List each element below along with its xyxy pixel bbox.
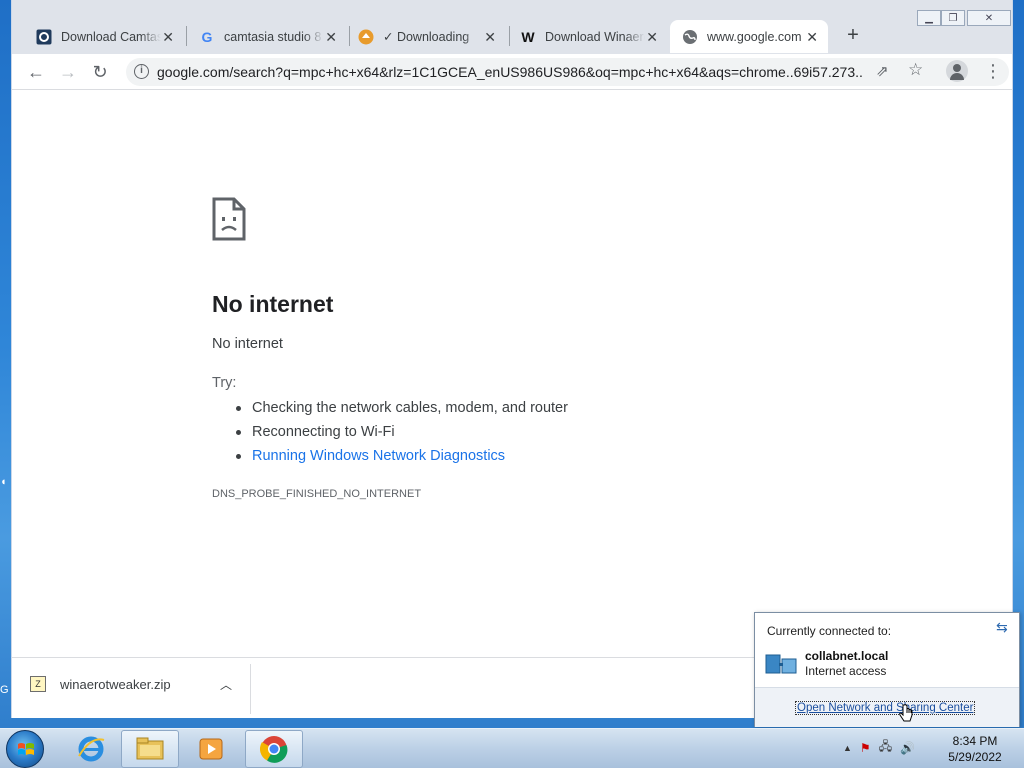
- volume-icon[interactable]: 🔊: [900, 741, 915, 755]
- show-hidden-icons-icon[interactable]: ▲: [843, 743, 852, 753]
- network-flyout: Currently connected to: ⇆ collabnet.loca…: [754, 612, 1020, 727]
- download-site-icon: [358, 29, 374, 45]
- new-tab-icon[interactable]: +: [841, 24, 865, 47]
- site-info-icon[interactable]: i: [134, 64, 149, 79]
- camtasia-icon: [36, 29, 52, 45]
- tab-camtasia[interactable]: Download Camtasia ✕: [24, 20, 184, 53]
- suggestion-item: Checking the network cables, modem, and …: [236, 399, 568, 423]
- tab-title: camtasia studio 8: [224, 29, 322, 44]
- zip-file-icon: Z: [30, 676, 46, 692]
- address-bar[interactable]: i google.com/search?q=mpc+hc+x64&rlz=1C1…: [126, 58, 1009, 86]
- network-diagnostics-link[interactable]: Running Windows Network Diagnostics: [236, 447, 568, 471]
- globe-icon: [682, 29, 698, 45]
- refresh-icon[interactable]: ⇆: [996, 619, 1008, 636]
- media-player-icon[interactable]: [182, 730, 240, 768]
- sad-page-icon: [212, 197, 246, 241]
- network-computer-icon: [765, 654, 797, 674]
- clock-time: 8:34 PM: [952, 734, 998, 748]
- network-status: Internet access: [805, 664, 887, 678]
- back-icon[interactable]: ←: [25, 61, 47, 83]
- tab-close-icon[interactable]: ✕: [484, 29, 496, 46]
- network-tray-icon[interactable]: 🖧: [879, 737, 892, 758]
- browser-window: Download Camtasia ✕ G camtasia studio 8 …: [11, 0, 1013, 718]
- connected-header: Currently connected to:: [767, 624, 892, 638]
- internet-explorer-icon[interactable]: [62, 730, 120, 768]
- system-tray: ▲ ⚑ 🖧 🔊: [843, 737, 915, 758]
- tab-close-icon[interactable]: ✕: [325, 29, 337, 46]
- download-item[interactable]: Z winaerotweaker.zip: [30, 676, 171, 692]
- suggestion-item: Reconnecting to Wi-Fi: [236, 423, 568, 447]
- clock[interactable]: 8:34 PM 5/29/2022: [940, 733, 1010, 765]
- share-icon[interactable]: ⇗: [876, 62, 889, 80]
- start-button[interactable]: [6, 730, 44, 768]
- flyout-footer: Open Network and Sharing Center: [755, 687, 1019, 727]
- action-center-icon[interactable]: ⚑: [860, 741, 871, 755]
- window-controls: ▁ ❐ ✕: [917, 10, 1011, 26]
- tab-google-search[interactable]: G camtasia studio 8 ✕: [187, 20, 347, 53]
- maximize-icon[interactable]: ❐: [941, 10, 965, 26]
- tab-winaero[interactable]: W Download Winaero ✕: [508, 20, 668, 53]
- try-label: Try:: [212, 375, 237, 391]
- winaero-icon: W: [521, 28, 535, 45]
- clock-date: 5/29/2022: [948, 750, 1002, 764]
- browser-toolbar: ← → ↻ i google.com/search?q=mpc+hc+x64&r…: [12, 54, 1012, 90]
- minimize-icon[interactable]: ▁: [917, 10, 941, 26]
- tab-title: ✓ Downloading: [383, 30, 470, 44]
- taskbar: ▲ ⚑ 🖧 🔊 8:34 PM 5/29/2022: [0, 728, 1024, 768]
- error-code: DNS_PROBE_FINISHED_NO_INTERNET: [212, 488, 422, 500]
- hand-cursor-icon: [899, 704, 913, 722]
- tab-title: Download Winaero: [545, 29, 645, 44]
- tab-title: www.google.com: [707, 29, 802, 44]
- forward-icon[interactable]: →: [57, 61, 79, 83]
- download-filename: winaerotweaker.zip: [60, 676, 171, 692]
- tab-google-active[interactable]: www.google.com ✕: [670, 20, 828, 53]
- tab-close-icon[interactable]: ✕: [806, 29, 818, 46]
- tab-downloading[interactable]: ✓ Downloading ✕: [346, 20, 506, 53]
- tab-close-icon[interactable]: ✕: [162, 29, 174, 46]
- url-text[interactable]: google.com/search?q=mpc+hc+x64&rlz=1C1GC…: [157, 64, 862, 80]
- windows-logo-icon: [18, 743, 34, 755]
- divider: [250, 664, 251, 714]
- chevron-up-icon[interactable]: ︿: [220, 676, 232, 693]
- google-icon: G: [201, 28, 213, 45]
- tab-close-icon[interactable]: ✕: [646, 29, 658, 46]
- error-title: No internet: [212, 291, 334, 317]
- tab-strip: Download Camtasia ✕ G camtasia studio 8 …: [12, 0, 1012, 54]
- chrome-icon[interactable]: [245, 730, 303, 768]
- tab-title: Download Camtasia: [61, 29, 161, 44]
- close-window-icon[interactable]: ✕: [967, 10, 1011, 26]
- bookmark-star-icon[interactable]: ☆: [908, 60, 923, 80]
- profile-avatar-icon[interactable]: [946, 60, 968, 82]
- page-content: No internet No internet Try: Checking th…: [12, 91, 1012, 657]
- file-explorer-icon[interactable]: [121, 730, 179, 768]
- network-name: collabnet.local: [805, 649, 889, 663]
- open-network-sharing-center-link[interactable]: Open Network and Sharing Center: [795, 701, 976, 715]
- error-subtitle: No internet: [212, 336, 283, 352]
- suggestion-list: Checking the network cables, modem, and …: [236, 399, 568, 471]
- menu-icon[interactable]: ⋮: [984, 61, 1002, 82]
- reload-icon[interactable]: ↻: [89, 61, 111, 83]
